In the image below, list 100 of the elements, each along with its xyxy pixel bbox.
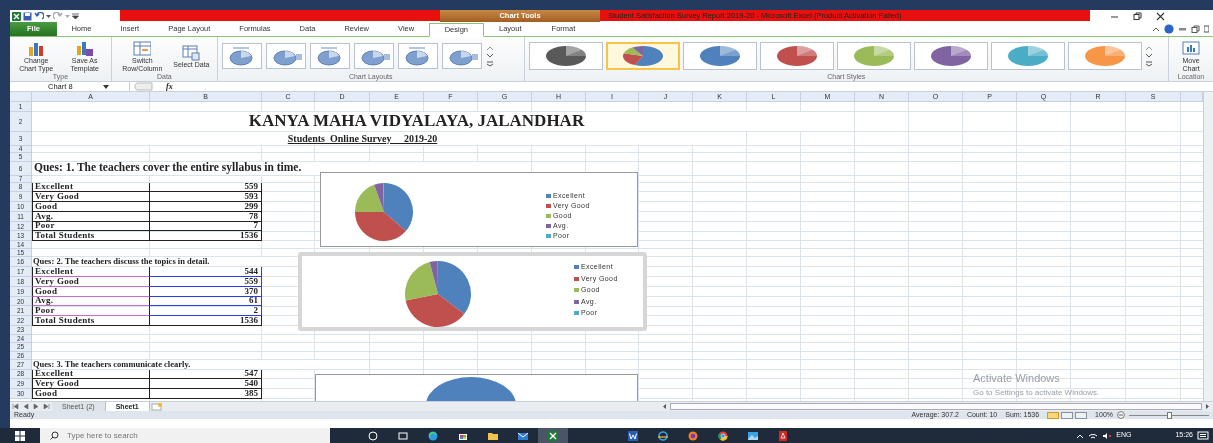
more-icon[interactable] xyxy=(485,61,494,67)
envelope-icon[interactable] xyxy=(518,430,528,441)
undo-icon[interactable] xyxy=(34,11,44,21)
table-cell: 2 xyxy=(150,306,262,317)
task-view-icon[interactable] xyxy=(398,430,408,441)
wifi-icon[interactable] xyxy=(1088,431,1099,440)
layout-thumbnail[interactable] xyxy=(397,43,438,69)
chart-style-thumbnail[interactable] xyxy=(605,42,680,70)
formula-controls-icon xyxy=(134,82,154,91)
table-cell: Good xyxy=(32,389,150,399)
table-cell: Very Good xyxy=(32,379,150,390)
last-sheet-icon[interactable] xyxy=(42,403,50,410)
chart-style-thumbnail[interactable] xyxy=(990,42,1065,70)
table-cell: Excellent xyxy=(32,267,150,278)
bar-chart-icon xyxy=(27,40,46,57)
chart-style-thumbnail[interactable] xyxy=(759,42,834,70)
table-cell: 593 xyxy=(150,192,262,203)
table-cell: 385 xyxy=(150,389,262,399)
table-cell: 78 xyxy=(150,211,262,222)
round-logo-icon[interactable] xyxy=(718,430,728,441)
legend-swatch xyxy=(546,224,551,228)
chart-style-thumbnail[interactable] xyxy=(913,42,988,70)
chart-style-thumbnail[interactable] xyxy=(836,42,911,70)
table-cell: 61 xyxy=(150,296,262,307)
legend-swatch xyxy=(574,288,579,292)
layout-thumbnail[interactable] xyxy=(309,43,350,69)
layout-thumbnail[interactable] xyxy=(265,43,306,69)
show-hidden-icon[interactable] xyxy=(1076,432,1085,439)
pdf-icon[interactable] xyxy=(778,430,788,441)
layout-thumbnail[interactable] xyxy=(221,43,262,69)
restore-icon[interactable] xyxy=(1133,11,1142,21)
fox-globe-icon[interactable] xyxy=(688,430,698,441)
close-icon[interactable] xyxy=(1156,11,1165,21)
layout-thumbnail[interactable] xyxy=(353,43,394,69)
table-cell: 540 xyxy=(150,379,262,390)
customize-toolbar-icon[interactable] xyxy=(72,11,79,21)
table-swap-icon xyxy=(133,40,152,57)
legend-swatch xyxy=(546,214,551,218)
caret-icon[interactable] xyxy=(102,84,109,89)
table-cell: 1536 xyxy=(150,231,262,242)
chart-style-thumbnail[interactable] xyxy=(528,42,603,70)
slider-thumb[interactable] xyxy=(1166,411,1172,419)
table-cell: 370 xyxy=(150,286,262,297)
horizontal-scrollbar[interactable] xyxy=(669,403,1202,410)
table-cell: Total Students xyxy=(32,231,150,242)
legend-swatch xyxy=(546,194,551,198)
globe-icon[interactable] xyxy=(658,430,668,441)
chart-style-thumbnail[interactable] xyxy=(1067,42,1142,70)
help-icon[interactable] xyxy=(1164,24,1174,34)
scroll-down-icon[interactable] xyxy=(485,53,494,59)
layout-thumbnail[interactable] xyxy=(441,43,482,69)
table-cell: Poor xyxy=(32,221,150,232)
table-cell: 1536 xyxy=(150,316,262,327)
page-break-view-button[interactable] xyxy=(1075,411,1088,419)
legend-swatch xyxy=(546,234,551,238)
table-cell: Poor xyxy=(32,306,150,317)
zoom-out-icon[interactable] xyxy=(1117,411,1125,419)
table-cell: 299 xyxy=(150,202,262,212)
table-cell: 559 xyxy=(150,182,262,193)
table-cell: 7 xyxy=(150,221,262,232)
folder-icon[interactable] xyxy=(488,430,498,441)
table-cell: Total Students xyxy=(32,316,150,327)
activation-title: Activate Windows xyxy=(973,371,1061,386)
chart-window-icon xyxy=(1182,40,1201,57)
save-icon[interactable] xyxy=(23,11,32,21)
document-icon[interactable] xyxy=(628,430,638,441)
table-cell: Excellent xyxy=(32,369,150,380)
chart-style-thumbnail[interactable] xyxy=(682,42,757,70)
page-layout-view-button[interactable] xyxy=(1061,411,1074,419)
table-cell: 547 xyxy=(150,369,262,380)
chart-save-icon xyxy=(75,40,94,57)
table-cell: Avg. xyxy=(32,296,150,307)
picture-icon[interactable] xyxy=(748,430,758,441)
notification-icon[interactable] xyxy=(1197,431,1209,440)
circle-icon[interactable] xyxy=(368,430,378,441)
swirl-icon[interactable] xyxy=(428,430,438,441)
restore-icon[interactable] xyxy=(1191,25,1200,33)
table-cell: Very Good xyxy=(32,192,150,203)
collapse-ribbon-icon[interactable] xyxy=(1152,26,1160,32)
vertical-scrollbar[interactable] xyxy=(1203,92,1213,401)
legend-swatch xyxy=(574,299,579,304)
activation-message: Go to Settings to activate Windows. xyxy=(973,386,1100,399)
table-cell: Good xyxy=(32,286,150,297)
table-cell: Avg. xyxy=(32,211,150,222)
insert-function-button[interactable]: fx xyxy=(166,80,173,93)
table-cell: Good xyxy=(32,202,150,212)
first-sheet-icon[interactable] xyxy=(12,403,20,410)
legend-swatch xyxy=(574,311,579,315)
minimize-icon[interactable] xyxy=(1178,26,1187,32)
speaker-muted-icon[interactable] xyxy=(1102,431,1113,440)
table-cell: 559 xyxy=(150,277,262,287)
table-cell: 544 xyxy=(150,267,262,278)
search-bar[interactable]: Type here to search xyxy=(40,428,330,443)
table-cell: Excellent xyxy=(32,182,150,193)
legend-swatch xyxy=(574,265,579,269)
start-icon[interactable] xyxy=(15,430,25,441)
scroll-down-icon[interactable] xyxy=(1144,53,1153,59)
search-field[interactable]: Type here to search xyxy=(67,429,267,442)
more-icon[interactable] xyxy=(1144,61,1153,67)
spreadsheet-icon[interactable] xyxy=(548,430,558,441)
